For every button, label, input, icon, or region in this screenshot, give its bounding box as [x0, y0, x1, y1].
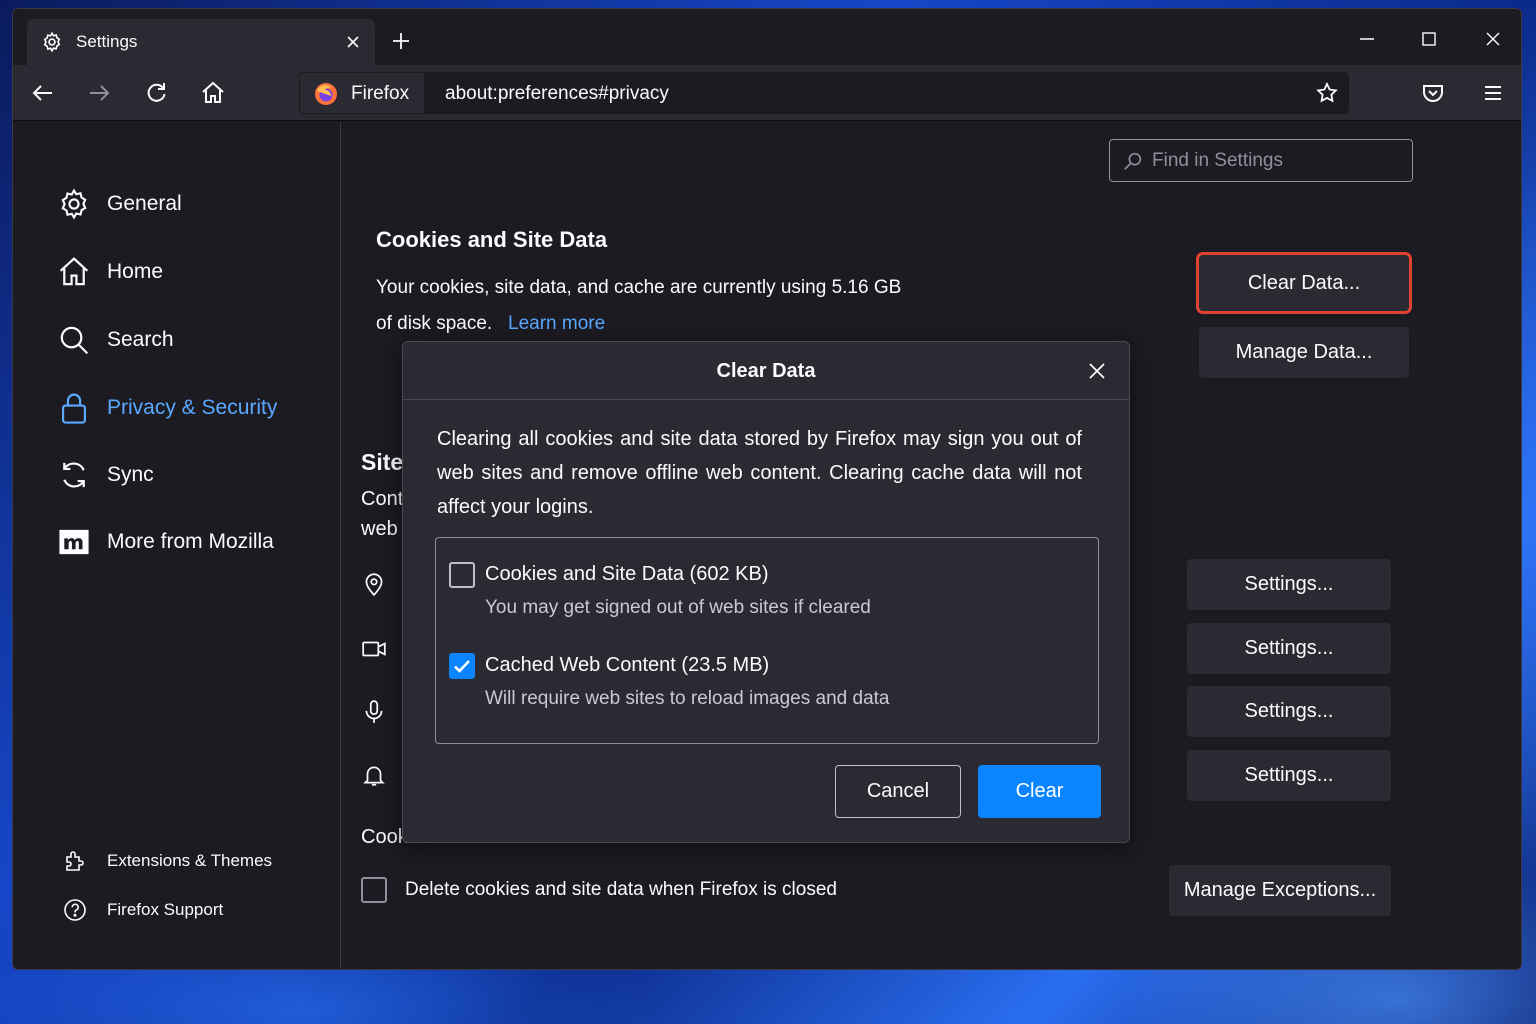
- close-window-icon[interactable]: [1481, 27, 1505, 51]
- sidebar-footer-label: Firefox Support: [107, 900, 224, 919]
- url-text[interactable]: about:preferences#privacy: [445, 83, 669, 105]
- minimize-icon[interactable]: [1355, 27, 1379, 51]
- lock-icon: [57, 391, 91, 425]
- cached-web-content-checkbox[interactable]: [449, 653, 475, 679]
- bookmark-star-icon[interactable]: [1315, 81, 1339, 105]
- url-bar[interactable]: Firefox about:preferences#privacy: [299, 72, 1349, 114]
- help-icon: [63, 898, 87, 922]
- tab-title: Settings: [76, 32, 138, 51]
- delete-on-close-checkbox[interactable]: [361, 877, 387, 903]
- reload-icon[interactable]: [142, 79, 170, 107]
- dialog-title-bar: Clear Data: [403, 342, 1129, 400]
- extensions-icon: [63, 849, 87, 873]
- sidebar-item-home[interactable]: Home: [57, 254, 163, 290]
- sync-icon: [57, 458, 91, 492]
- find-in-settings[interactable]: [1109, 139, 1413, 182]
- gear-icon: [57, 187, 91, 221]
- forward-arrow-icon[interactable]: [85, 79, 113, 107]
- camera-icon: [361, 636, 387, 662]
- microphone-settings-button[interactable]: Settings...: [1187, 686, 1391, 737]
- microphone-icon: [361, 699, 387, 725]
- navigation-bar: Firefox about:preferences#privacy: [13, 65, 1521, 121]
- sidebar-item-label: Home: [107, 260, 164, 283]
- cookies-heading-partial: Cook: [361, 826, 408, 848]
- cookies-site-data-label: Cookies and Site Data (602 KB): [485, 563, 769, 585]
- sidebar-item-label: More from Mozilla: [107, 530, 274, 553]
- tab-settings[interactable]: Settings: [27, 19, 375, 65]
- pocket-icon[interactable]: [1419, 79, 1447, 107]
- sidebar-item-label: Sync: [107, 463, 154, 486]
- sidebar-link-firefox-support[interactable]: Firefox Support: [63, 896, 223, 924]
- identity-box[interactable]: Firefox: [299, 72, 425, 114]
- cached-web-content-label: Cached Web Content (23.5 MB): [485, 654, 770, 676]
- sidebar-item-label: General: [107, 192, 182, 215]
- notification-bell-icon: [361, 762, 387, 788]
- close-icon[interactable]: [1087, 361, 1107, 381]
- menu-icon[interactable]: [1479, 79, 1507, 107]
- checkmark-icon: [454, 660, 470, 673]
- permissions-text-partial-2: web: [361, 518, 398, 540]
- mozilla-icon: [57, 525, 91, 559]
- clear-data-dialog: Clear Data Clearing all cookies and site…: [402, 341, 1130, 843]
- sidebar-item-general[interactable]: General: [57, 186, 182, 222]
- sidebar-link-extensions-themes[interactable]: Extensions & Themes: [63, 847, 272, 875]
- maximize-icon[interactable]: [1417, 27, 1441, 51]
- cookies-usage-text: Your cookies, site data, and cache are c…: [376, 277, 902, 298]
- sidebar-item-more-from-mozilla[interactable]: More from Mozilla: [57, 524, 274, 560]
- new-tab-icon[interactable]: [389, 29, 413, 53]
- dialog-description: Clearing all cookies and site data store…: [437, 428, 1082, 518]
- delete-on-close-label: Delete cookies and site data when Firefo…: [405, 879, 837, 900]
- home-icon: [57, 255, 91, 289]
- back-arrow-icon[interactable]: [29, 79, 57, 107]
- settings-sidebar: General Home Search Privacy & Security S…: [13, 122, 341, 969]
- cached-web-content-description: Will require web sites to reload images …: [485, 688, 890, 709]
- clear-data-button[interactable]: Clear Data...: [1196, 252, 1412, 314]
- permissions-heading-partial: Site: [361, 449, 404, 475]
- sidebar-item-sync[interactable]: Sync: [57, 457, 154, 493]
- manage-data-button[interactable]: Manage Data...: [1199, 327, 1409, 378]
- gear-icon: [41, 31, 63, 53]
- sidebar-item-privacy-security[interactable]: Privacy & Security: [57, 390, 277, 426]
- location-settings-button[interactable]: Settings...: [1187, 559, 1391, 610]
- cookies-site-data-checkbox[interactable]: [449, 562, 475, 588]
- cookies-usage-text-line2: of disk space. Learn more: [376, 306, 605, 342]
- search-icon: [1122, 150, 1144, 172]
- notifications-settings-button[interactable]: Settings...: [1187, 750, 1391, 801]
- close-tab-icon[interactable]: [343, 32, 363, 52]
- firefox-logo-icon: [314, 82, 338, 106]
- dialog-title: Clear Data: [716, 360, 816, 382]
- clear-options-group: Cookies and Site Data (602 KB) You may g…: [435, 537, 1099, 744]
- camera-settings-button[interactable]: Settings...: [1187, 623, 1391, 674]
- search-input[interactable]: [1152, 146, 1402, 176]
- cancel-button[interactable]: Cancel: [835, 765, 961, 818]
- identity-label: Firefox: [351, 83, 410, 104]
- manage-exceptions-button[interactable]: Manage Exceptions...: [1169, 865, 1391, 916]
- clear-button[interactable]: Clear: [978, 765, 1101, 818]
- sidebar-item-label: Privacy & Security: [107, 396, 278, 419]
- learn-more-link[interactable]: Learn more: [508, 313, 605, 334]
- search-icon: [57, 323, 91, 357]
- location-icon: [361, 571, 387, 597]
- permissions-text-partial: Cont: [361, 488, 404, 510]
- cookies-usage-text-end: of disk space.: [376, 313, 493, 334]
- sidebar-footer-label: Extensions & Themes: [107, 851, 273, 870]
- cookies-heading: Cookies and Site Data: [376, 227, 608, 252]
- home-icon[interactable]: [199, 79, 227, 107]
- sidebar-item-search[interactable]: Search: [57, 322, 174, 358]
- sidebar-item-label: Search: [107, 328, 174, 351]
- cookies-site-data-description: You may get signed out of web sites if c…: [485, 597, 871, 618]
- tab-strip: Settings: [13, 9, 1521, 65]
